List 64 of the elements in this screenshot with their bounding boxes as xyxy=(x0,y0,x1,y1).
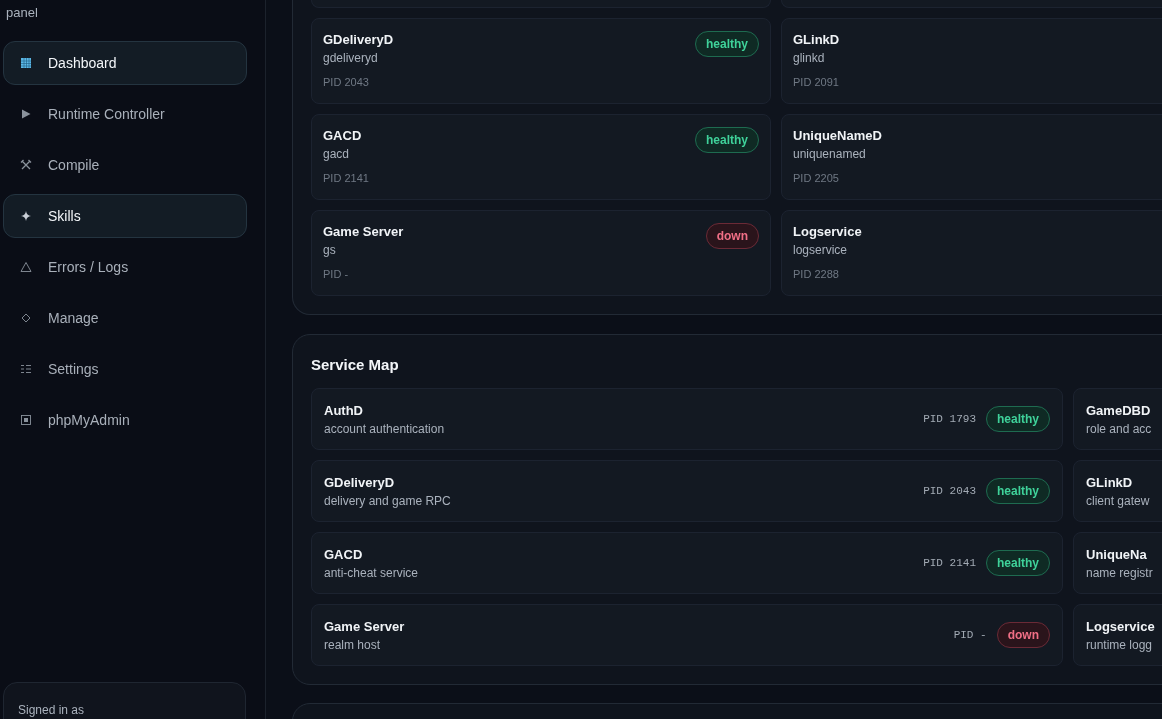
pid-label: PID 2091 xyxy=(793,75,840,89)
status-badge: down xyxy=(996,622,1050,648)
service-name: Logservice xyxy=(1086,617,1156,635)
pid-label: PID 2043 xyxy=(323,75,370,89)
service-name: GACD xyxy=(323,127,363,144)
service-name: Logservice xyxy=(793,223,862,240)
service-name: GDeliveryD xyxy=(324,473,396,491)
list-icon xyxy=(20,363,32,375)
status-badge: healthy xyxy=(695,31,759,57)
pid-label: PID 2141 xyxy=(923,557,976,569)
signed-in-label: Signed in as xyxy=(18,703,85,717)
nav-item[interactable]: Settings xyxy=(3,347,247,391)
pid-label: PID 2288 xyxy=(793,267,840,281)
nav-item[interactable]: Compile xyxy=(3,143,247,187)
square-icon xyxy=(20,414,32,426)
sparkle-icon xyxy=(20,210,32,222)
nav-item[interactable]: Runtime Controller xyxy=(3,92,247,136)
service-binary: logservice xyxy=(793,242,849,258)
service-name: GameDBD xyxy=(1086,401,1152,419)
service-name: UniqueNameD xyxy=(793,127,882,144)
nav-item[interactable]: Dashboard xyxy=(3,41,247,85)
service-binary: gacd xyxy=(323,146,351,162)
pid-label: PID 2141 xyxy=(323,171,369,185)
service-name: UniqueNa xyxy=(1086,545,1148,563)
diamond-icon xyxy=(20,312,32,324)
status-badge: healthy xyxy=(986,406,1050,432)
service-description: delivery and game RPC xyxy=(324,492,452,509)
brand-name: panel xyxy=(5,4,39,21)
nav-item[interactable]: Errors / Logs xyxy=(3,245,247,289)
status-badge: healthy xyxy=(986,550,1050,576)
status-badge: healthy xyxy=(986,478,1050,504)
service-description: runtime logg xyxy=(1086,636,1154,653)
service-name: Game Server xyxy=(323,223,404,240)
triangle-icon xyxy=(20,261,32,273)
pid-label: PID 2205 xyxy=(793,171,840,185)
service-description: realm host xyxy=(324,636,382,653)
service-description: name registr xyxy=(1086,564,1154,581)
nav-item[interactable]: Manage xyxy=(3,296,247,340)
status-badge: down xyxy=(705,223,759,249)
service-name: Game Server xyxy=(324,617,406,635)
service-name: GLinkD xyxy=(1086,473,1134,491)
panel-title: Service Map xyxy=(311,355,400,375)
service-binary: gdeliveryd xyxy=(323,50,379,66)
pid-label: PID - xyxy=(323,267,350,281)
service-binary: glinkd xyxy=(793,50,826,66)
nav-item[interactable]: phpMyAdmin xyxy=(3,398,247,442)
service-description: role and acc xyxy=(1086,420,1153,437)
pid-label: PID 1793 xyxy=(923,413,976,425)
service-description: client gatew xyxy=(1086,492,1151,509)
service-binary: gs xyxy=(323,242,337,258)
pid-label: PID - xyxy=(953,629,987,641)
service-description: account authentication xyxy=(324,420,446,437)
nav-item[interactable]: Skills xyxy=(3,194,247,238)
service-name: GDeliveryD xyxy=(323,31,394,48)
service-name: GLinkD xyxy=(793,31,840,48)
grid-icon xyxy=(20,57,32,69)
crossed-tools-icon xyxy=(20,159,32,171)
service-name: GACD xyxy=(324,545,364,563)
service-description: anti-cheat service xyxy=(324,564,420,581)
service-binary: uniquenamed xyxy=(793,146,867,162)
status-badge: healthy xyxy=(695,127,759,153)
pid-label: PID 2043 xyxy=(923,485,976,497)
service-name: AuthD xyxy=(324,401,364,419)
play-icon xyxy=(20,108,32,120)
